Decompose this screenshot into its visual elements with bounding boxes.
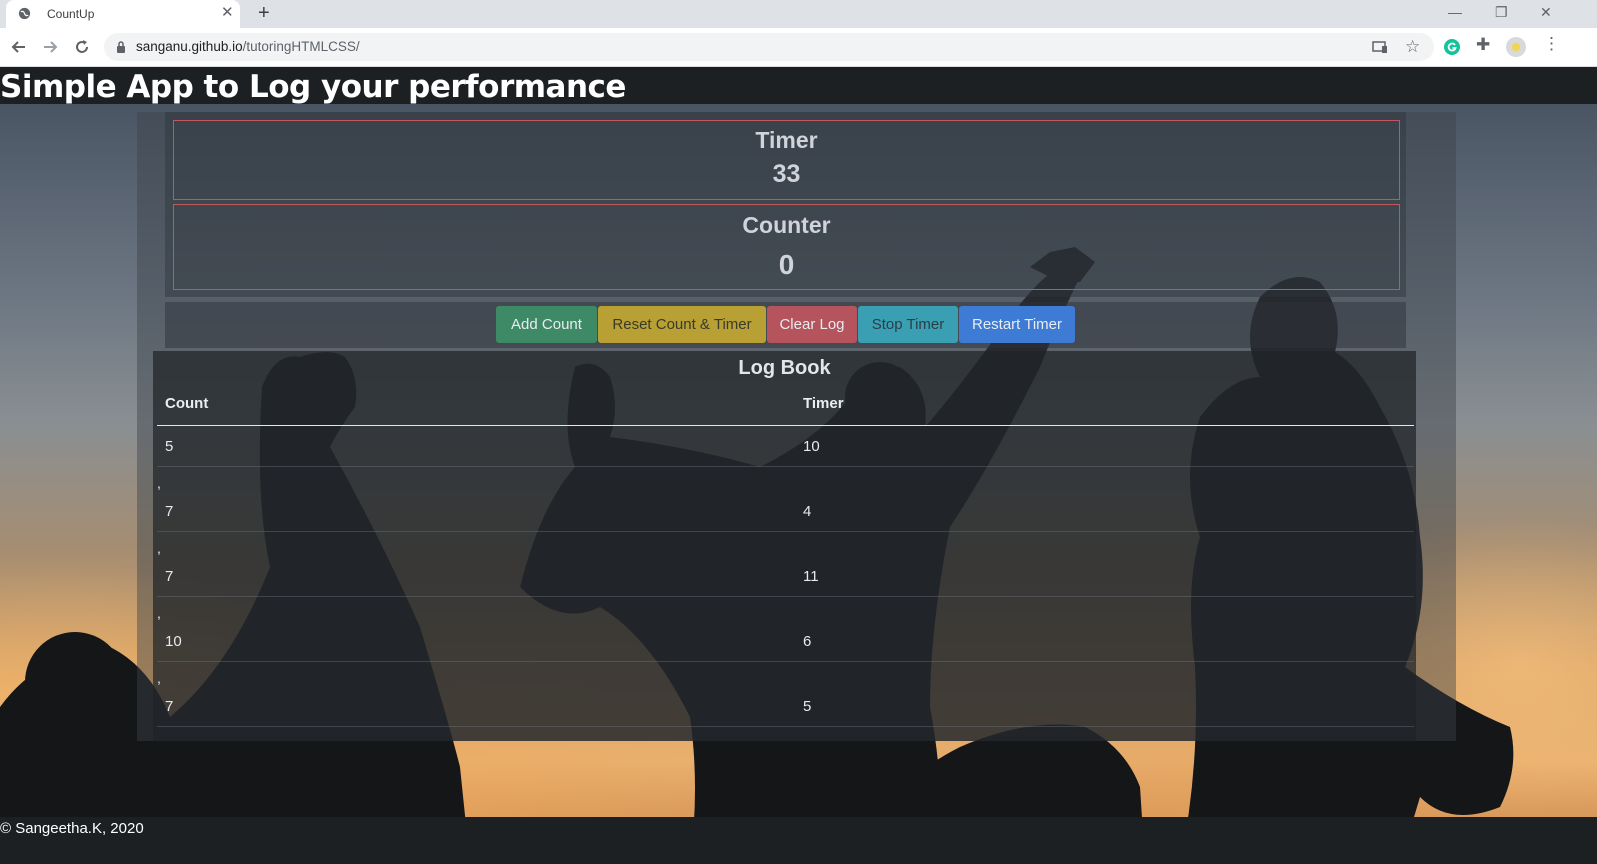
row-separator: , [157, 467, 1414, 491]
timer-label: Timer [755, 127, 818, 153]
row-timer: 10 [795, 425, 1414, 467]
separator-comma: , [157, 605, 161, 621]
row-timer: 5 [795, 686, 1414, 727]
forward-arrow-icon[interactable] [41, 38, 59, 56]
row-timer: 6 [795, 621, 1414, 662]
tab-title: CountUp [47, 7, 95, 21]
row-timer: 11 [795, 556, 1414, 597]
stop-timer-button[interactable]: Stop Timer [858, 306, 958, 343]
add-count-button[interactable]: Add Count [496, 306, 597, 343]
browser-tab[interactable]: CountUp ✕ [6, 0, 240, 28]
row-count: 7 [157, 491, 795, 532]
display-panel: Timer 33 Counter 0 [165, 112, 1406, 297]
web-page: Simple App to Log your performance Timer… [0, 67, 1597, 864]
row-count: 7 [157, 686, 795, 727]
url-text: sanganu.github.io/tutoringHTMLCSS/ [136, 39, 360, 54]
row-separator: , [157, 532, 1414, 556]
log-book-title: Log Book [738, 357, 831, 379]
counter-label: Counter [742, 212, 831, 238]
restore-icon[interactable]: ❐ [1495, 4, 1508, 21]
browser-toolbar: sanganu.github.io/tutoringHTMLCSS/ ☆ ✚ ⋮ [0, 28, 1597, 67]
tab-close-icon[interactable]: ✕ [221, 4, 234, 22]
button-row: Add Count Reset Count & Timer Clear Log … [165, 302, 1406, 348]
count-column-header: Count [157, 395, 795, 426]
extensions-puzzle-icon[interactable]: ✚ [1476, 35, 1490, 55]
table-row: 5 10 [157, 425, 1414, 467]
globe-icon [18, 7, 31, 20]
counter-box: Counter 0 [173, 204, 1400, 290]
clear-log-button[interactable]: Clear Log [767, 306, 857, 343]
log-table: Count Timer 5 10 , 7 4 , 7 11 , 10 6 , 7… [157, 395, 1414, 727]
row-count: 5 [157, 425, 795, 467]
close-window-icon[interactable]: ✕ [1540, 4, 1552, 21]
footer-copyright: © Sangeetha.K, 2020 [0, 820, 144, 837]
row-separator: , [157, 662, 1414, 686]
page-footer: © Sangeetha.K, 2020 [0, 817, 1597, 839]
log-book-panel: Log Book Count Timer 5 10 , 7 4 , 7 11 ,… [153, 351, 1416, 741]
table-row: 7 4 [157, 491, 1414, 532]
grammarly-icon[interactable] [1444, 39, 1460, 55]
row-count: 10 [157, 621, 795, 662]
separator-comma: , [157, 540, 161, 556]
address-bar[interactable]: sanganu.github.io/tutoringHTMLCSS/ ☆ [104, 33, 1434, 61]
log-header-row: Count Timer [157, 395, 1414, 426]
new-tab-button[interactable]: + [258, 2, 270, 24]
minimize-icon[interactable]: — [1448, 4, 1462, 20]
table-row: 10 6 [157, 621, 1414, 662]
row-separator: , [157, 597, 1414, 621]
separator-comma: , [157, 670, 161, 686]
profile-avatar-icon[interactable] [1506, 37, 1526, 57]
url-path: /tutoringHTMLCSS/ [242, 39, 360, 54]
url-host: sanganu.github.io [136, 39, 243, 54]
counter-value: 0 [778, 249, 795, 280]
reload-icon[interactable] [73, 38, 91, 56]
app-container: Timer 33 Counter 0 Add Count Reset Count… [137, 112, 1456, 741]
browser-tab-bar: CountUp ✕ + — ❐ ✕ [0, 0, 1597, 28]
timer-box: Timer 33 [173, 120, 1400, 200]
restart-timer-button[interactable]: Restart Timer [959, 306, 1075, 343]
lock-icon [117, 41, 125, 53]
timer-value: 33 [772, 160, 801, 188]
taskbar-strip [0, 839, 1597, 864]
cast-icon[interactable] [1372, 40, 1388, 54]
menu-kebab-icon[interactable]: ⋮ [1543, 34, 1560, 54]
timer-column-header: Timer [795, 395, 1414, 426]
back-arrow-icon[interactable] [10, 38, 28, 56]
separator-comma: , [157, 475, 161, 491]
table-row: 7 11 [157, 556, 1414, 597]
page-header: Simple App to Log your performance [0, 67, 1597, 105]
page-title: Simple App to Log your performance [0, 69, 626, 105]
row-count: 7 [157, 556, 795, 597]
bookmark-star-icon[interactable]: ☆ [1405, 37, 1420, 57]
row-timer: 4 [795, 491, 1414, 532]
reset-count-timer-button[interactable]: Reset Count & Timer [598, 306, 766, 343]
table-row: 7 5 [157, 686, 1414, 727]
